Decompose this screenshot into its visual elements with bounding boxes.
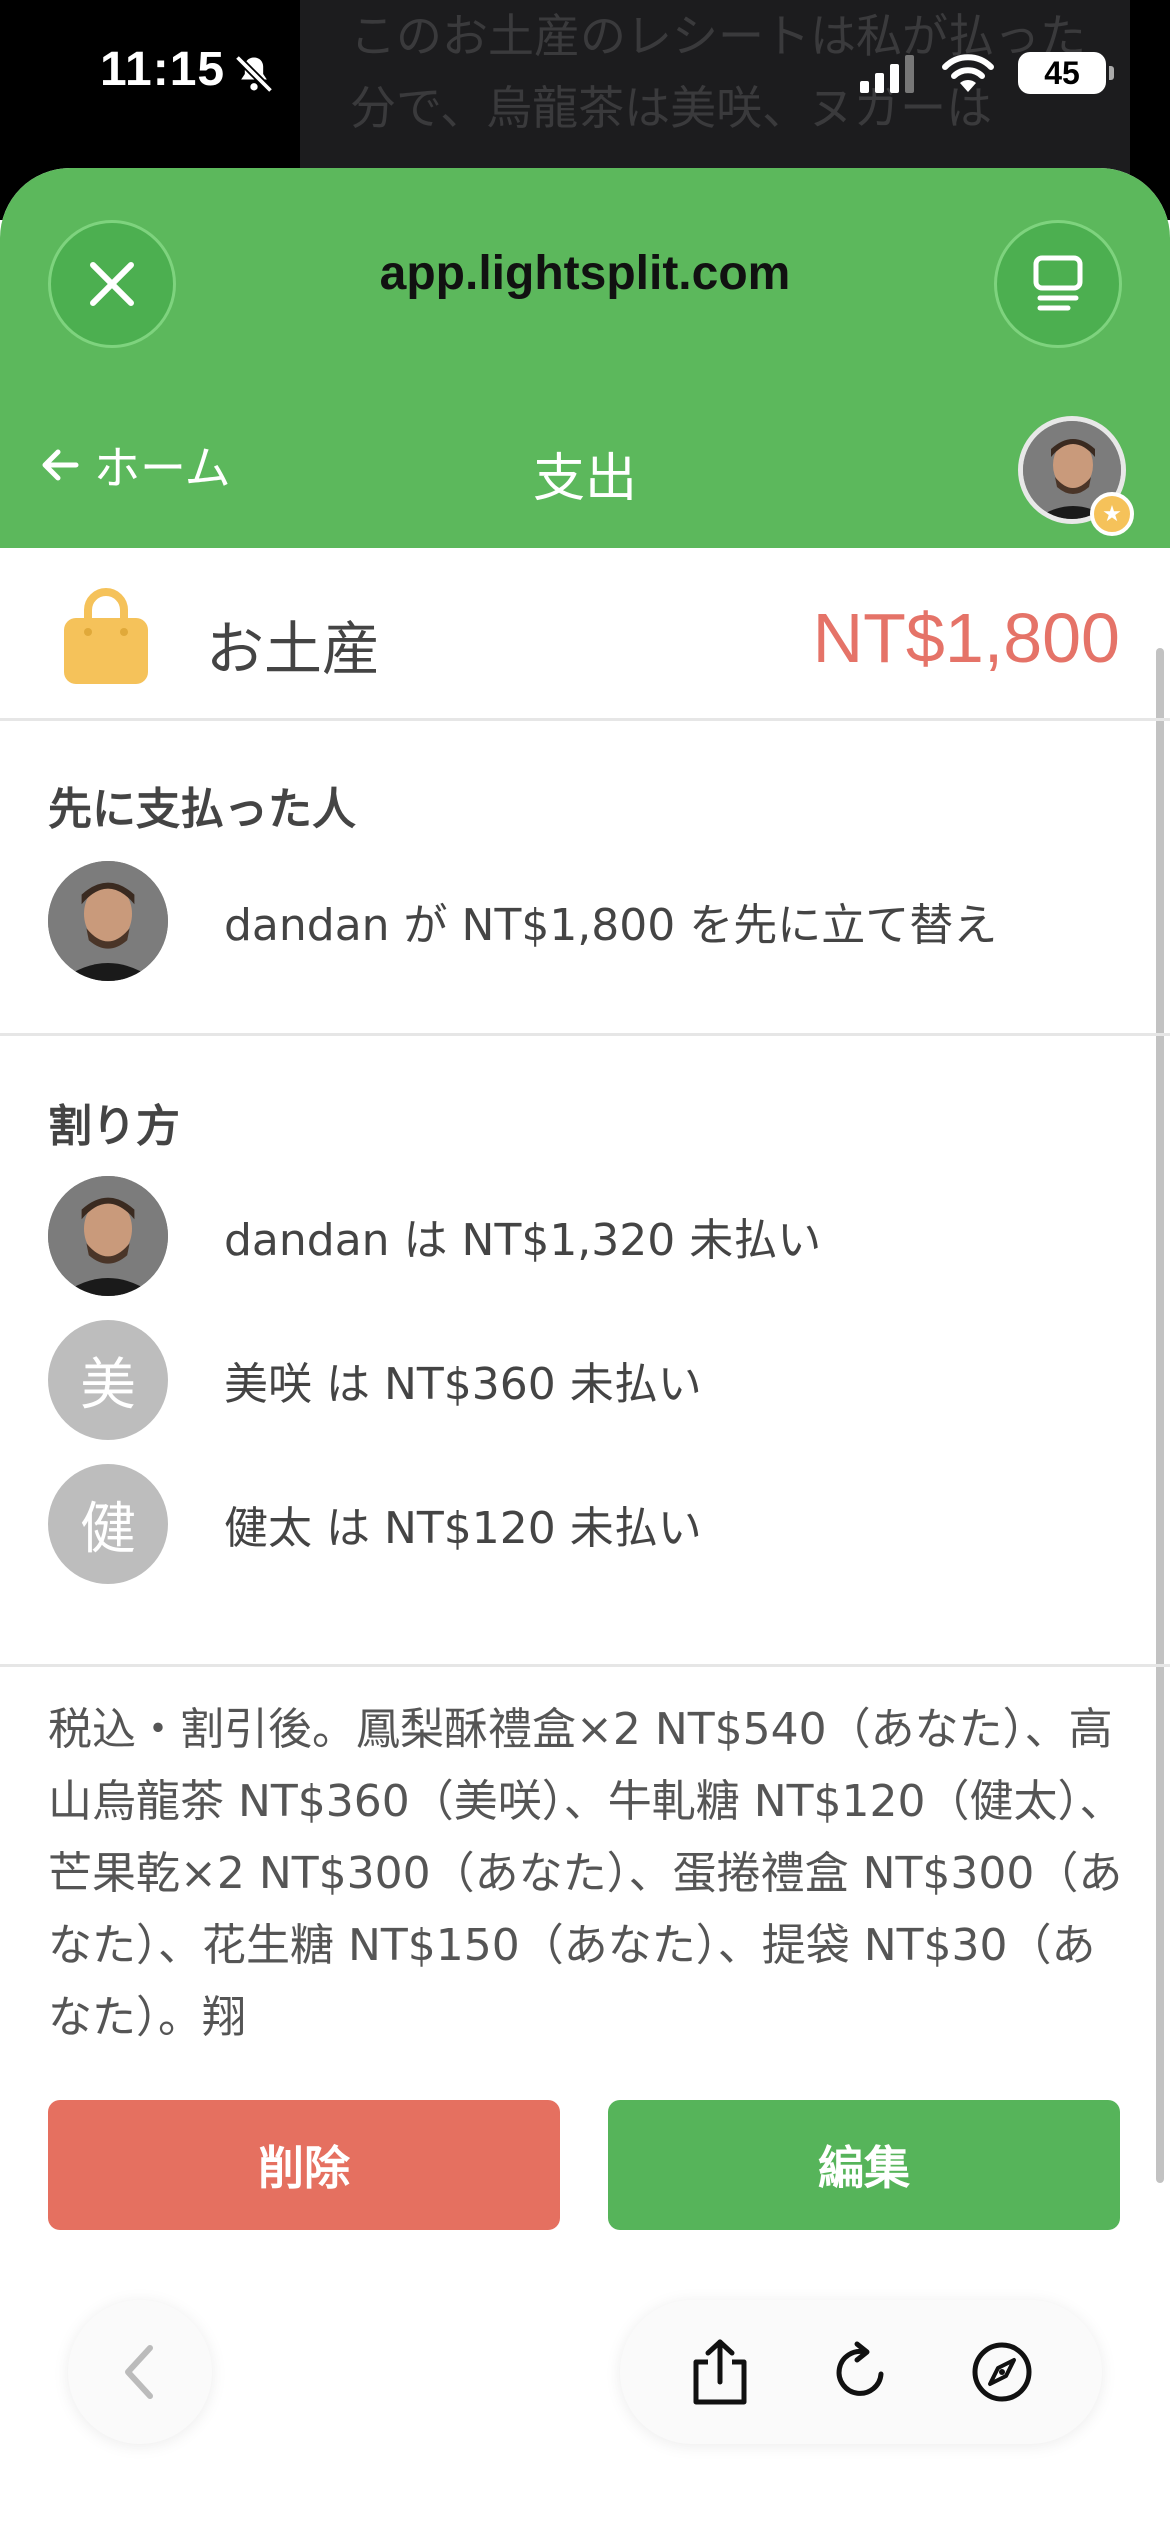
avatar — [48, 861, 168, 981]
split-section: 割り方 dandan は NT$1,320 未払い 美 美咲 は NT$360 … — [0, 1036, 1170, 1667]
wifi-icon — [942, 54, 994, 92]
expense-amount: NT$1,800 — [812, 599, 1120, 677]
share-icon — [693, 2339, 747, 2405]
compass-icon — [972, 2342, 1032, 2402]
share-button[interactable] — [685, 2337, 755, 2407]
expense-name: お土産 — [206, 615, 381, 683]
expense-note: 税込・割引後。鳳梨酥禮盒×2 NT$540（あなた）、高山烏龍茶 NT$360（… — [48, 1704, 1124, 2039]
paid-by-section: 先に支払った人 dandan が NT$1,800 を先に立て替え — [0, 721, 1170, 1036]
compass-button[interactable] — [967, 2337, 1037, 2407]
bell-muted-icon — [234, 54, 274, 94]
paid-by-row: dandan が NT$1,800 を先に立て替え — [48, 861, 997, 981]
browser-toolbar — [620, 2300, 1102, 2444]
status-indicators: 45 — [858, 52, 1114, 94]
nav-bar: ホーム 支出 ★ — [0, 416, 1170, 536]
reload-icon — [836, 2341, 884, 2396]
shopping-bag-icon — [64, 588, 148, 684]
dandan-avatar-image — [48, 861, 168, 981]
page-title: 支出 — [532, 449, 637, 509]
expense-detail: お土産 NT$1,800 先に支払った人 dandan が NT$1,800 を… — [0, 548, 1170, 1667]
tabs-icon — [1033, 255, 1083, 311]
split-text: 美咲 は NT$360 未払い — [224, 1359, 702, 1410]
cellular-signal-icon — [860, 55, 914, 93]
split-text: 健太 は NT$120 未払い — [224, 1503, 702, 1554]
split-row: 美 美咲 は NT$360 未払い — [48, 1320, 702, 1440]
edit-button[interactable]: 編集 — [608, 2100, 1120, 2230]
dandan-avatar-image — [48, 1176, 168, 1296]
battery-icon: 45 — [1018, 52, 1114, 94]
avatar — [48, 1176, 168, 1296]
tabs-button[interactable] — [994, 220, 1122, 348]
paid-by-text: dandan が NT$1,800 を先に立て替え — [224, 900, 998, 951]
browser-back-button[interactable] — [68, 2300, 212, 2444]
star-badge-icon: ★ — [1090, 492, 1134, 536]
avatar: 美 — [48, 1320, 168, 1440]
split-text: dandan は NT$1,320 未払い — [224, 1215, 822, 1266]
delete-button[interactable]: 削除 — [48, 2100, 560, 2230]
reload-button[interactable] — [826, 2337, 896, 2407]
split-row: dandan は NT$1,320 未払い — [48, 1176, 821, 1296]
split-title: 割り方 — [48, 1101, 180, 1152]
chevron-left-icon — [125, 2345, 153, 2399]
status-time: 11:15 — [100, 43, 226, 96]
split-row: 健 健太 は NT$120 未払い — [48, 1464, 702, 1584]
expense-summary: お土産 NT$1,800 — [0, 548, 1170, 721]
avatar: 健 — [48, 1464, 168, 1584]
paid-by-title: 先に支払った人 — [48, 784, 356, 835]
app-header: app.lightsplit.com ホーム 支出 ★ — [0, 168, 1170, 548]
